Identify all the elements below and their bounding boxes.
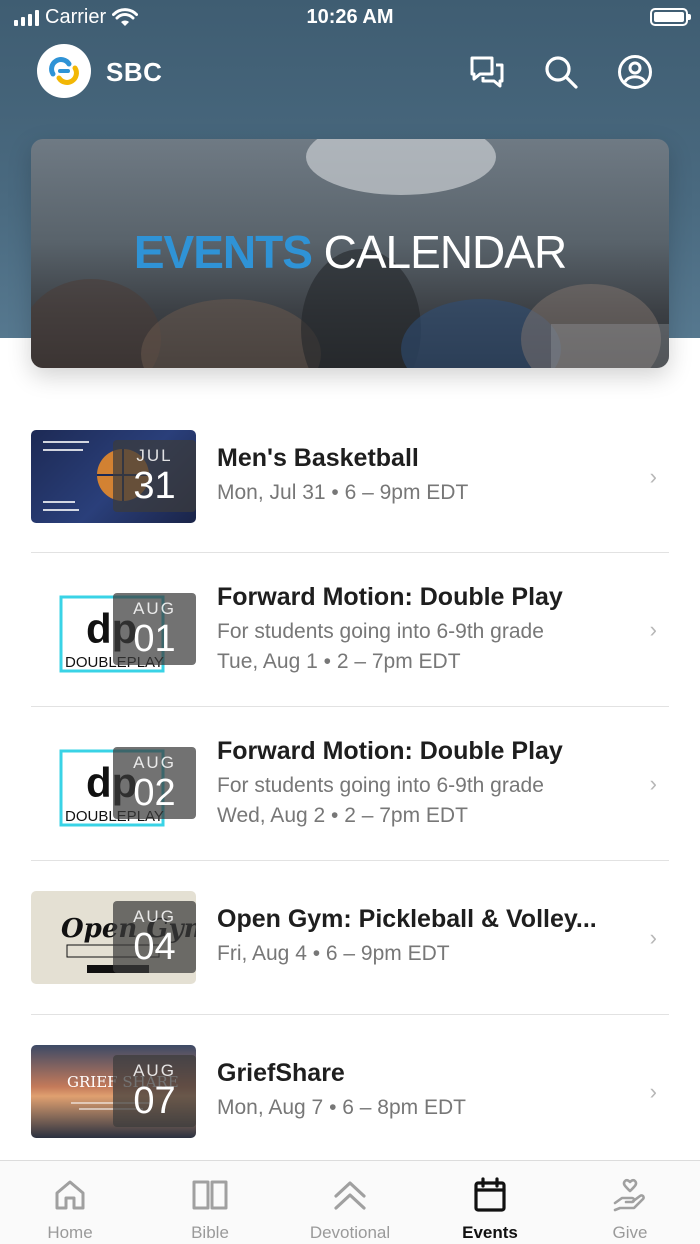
- event-month: AUG: [133, 1061, 176, 1080]
- home-icon: [50, 1175, 90, 1215]
- event-day: 02: [133, 772, 176, 814]
- status-time: 10:26 AM: [306, 6, 394, 28]
- chevron-right-icon: ›: [649, 1079, 657, 1104]
- chevron-right-icon: ›: [649, 617, 657, 642]
- events-list: JUL 31 Men's Basketball Mon, Jul 31 • 6 …: [31, 400, 669, 1155]
- event-text: GriefShare Mon, Aug 7 • 6 – 8pm EDT: [217, 1059, 629, 1120]
- tab-devotional[interactable]: Devotional: [280, 1161, 420, 1244]
- event-day: 04: [133, 926, 176, 968]
- tab-label: Home: [47, 1223, 93, 1242]
- event-row-mens-basketball[interactable]: JUL 31 Men's Basketball Mon, Jul 31 • 6 …: [31, 400, 669, 553]
- chevron-right-icon: ›: [649, 464, 657, 489]
- event-title: Forward Motion: Double Play: [217, 583, 563, 611]
- banner-word-events: EVENTS: [133, 226, 313, 278]
- event-title: GriefShare: [217, 1059, 345, 1087]
- event-thumbnail: Open Gym AUG 04: [31, 891, 196, 984]
- date-badge: AUG 04: [113, 901, 196, 973]
- logo-icon: [49, 57, 79, 85]
- event-title: Open Gym: Pickleball & Volley...: [217, 905, 597, 933]
- date-badge: AUG 07: [113, 1055, 196, 1127]
- tab-label: Events: [462, 1223, 518, 1242]
- status-bar: Carrier 10:26 AM: [0, 0, 700, 36]
- event-row-forward-motion-1[interactable]: dp DOUBLEPLAY AUG 01 Forward Motion: Dou…: [31, 553, 669, 707]
- event-month: AUG: [133, 907, 176, 926]
- event-month: JUL: [136, 446, 173, 465]
- event-month: AUG: [133, 599, 176, 618]
- event-text: Forward Motion: Double Play For students…: [217, 583, 629, 674]
- date-badge: AUG 02: [113, 747, 196, 819]
- event-datetime: Fri, Aug 4 • 6 – 9pm EDT: [217, 942, 450, 965]
- event-text: Men's Basketball Mon, Jul 31 • 6 – 9pm E…: [217, 444, 629, 505]
- search-icon[interactable]: [541, 52, 581, 92]
- app-bar: SBC: [0, 44, 700, 100]
- church-logo[interactable]: [37, 44, 91, 98]
- event-day: 31: [133, 465, 176, 507]
- event-day: 01: [133, 618, 176, 660]
- chevron-right-icon: ›: [649, 771, 657, 796]
- event-month: AUG: [133, 753, 176, 772]
- chat-icon[interactable]: [467, 52, 507, 92]
- date-badge: AUG 01: [113, 593, 196, 665]
- banner-word-calendar: CALENDAR: [323, 226, 568, 278]
- event-datetime: Wed, Aug 2 • 2 – 7pm EDT: [217, 804, 468, 827]
- event-datetime: Mon, Aug 7 • 6 – 8pm EDT: [217, 1096, 466, 1119]
- battery-icon: [650, 8, 691, 26]
- event-row-forward-motion-2[interactable]: dp DOUBLEPLAY AUG 02 Forward Motion: Dou…: [31, 707, 669, 861]
- chevron-right-icon: ›: [649, 925, 657, 950]
- event-text: Forward Motion: Double Play For students…: [217, 737, 629, 828]
- chevrons-up-icon: [330, 1175, 370, 1215]
- calendar-icon: [470, 1175, 510, 1215]
- events-calendar-banner[interactable]: EVENTS CALENDAR: [31, 139, 669, 368]
- event-title: Men's Basketball: [217, 444, 419, 472]
- tab-label: Devotional: [309, 1223, 391, 1242]
- banner-title: EVENTS CALENDAR: [31, 225, 669, 279]
- event-title: Forward Motion: Double Play: [217, 737, 563, 765]
- bottom-tab-bar: Home Bible Devotional Events Give: [0, 1160, 700, 1244]
- event-thumbnail: GRIEF SHARE AUG 07: [31, 1045, 196, 1138]
- tab-home[interactable]: Home: [0, 1161, 140, 1244]
- heart-hand-icon: [610, 1175, 650, 1215]
- event-description: For students going into 6-9th grade: [217, 620, 544, 643]
- event-thumbnail: dp DOUBLEPLAY AUG 01: [31, 583, 196, 676]
- date-badge: JUL 31: [113, 440, 196, 512]
- event-datetime: Tue, Aug 1 • 2 – 7pm EDT: [217, 650, 461, 673]
- account-icon[interactable]: [615, 52, 655, 92]
- app-title: SBC: [106, 57, 163, 87]
- tab-give[interactable]: Give: [560, 1161, 700, 1244]
- tab-bible[interactable]: Bible: [140, 1161, 280, 1244]
- event-thumbnail: dp DOUBLEPLAY AUG 02: [31, 737, 196, 830]
- event-day: 07: [133, 1080, 176, 1122]
- event-row-griefshare[interactable]: GRIEF SHARE AUG 07 GriefShare Mon, Aug 7…: [31, 1015, 669, 1155]
- tab-label: Give: [612, 1223, 648, 1242]
- event-row-open-gym[interactable]: Open Gym AUG 04 Open Gym: Pickleball & V…: [31, 861, 669, 1015]
- event-description: For students going into 6-9th grade: [217, 774, 544, 797]
- tab-label: Bible: [191, 1223, 229, 1242]
- event-thumbnail: JUL 31: [31, 430, 196, 523]
- event-datetime: Mon, Jul 31 • 6 – 9pm EDT: [217, 481, 469, 504]
- event-text: Open Gym: Pickleball & Volley... Fri, Au…: [217, 905, 629, 966]
- tab-events[interactable]: Events: [420, 1161, 560, 1244]
- book-icon: [190, 1175, 230, 1215]
